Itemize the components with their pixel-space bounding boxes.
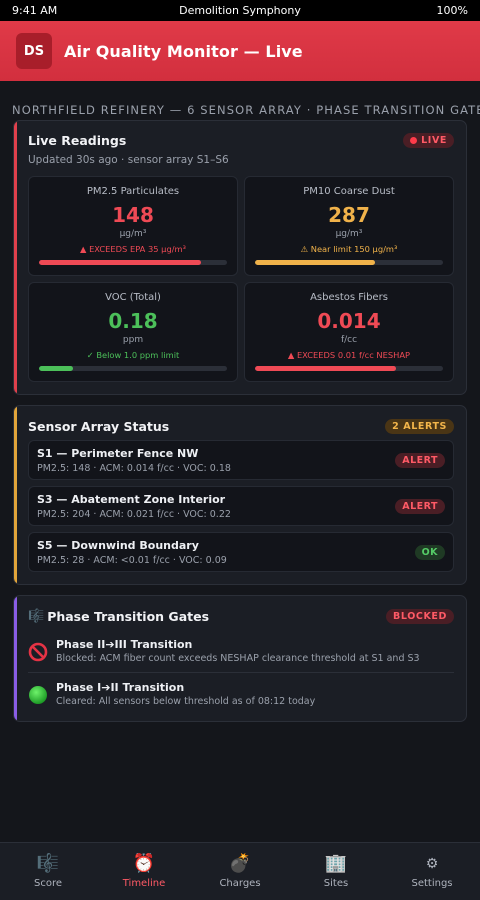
sensor-array-card: Sensor Array Status 2 ALERTS S1 — Perime… (13, 405, 467, 585)
phase-gates-heading: 🎼 Phase Transition Gates (28, 609, 209, 624)
app-header: DS Air Quality Monitor — Live (0, 21, 480, 81)
reading-pm25[interactable]: PM2.5 Particulates 148 µg/m³ ▲ EXCEEDS E… (28, 176, 238, 276)
reading-note: ✓ Below 1.0 ppm limit (86, 350, 180, 360)
alerts-badge: 2 ALERTS (385, 419, 454, 434)
status-badge: ALERT (395, 452, 445, 468)
reading-unit: f/cc (340, 335, 358, 345)
reading-note: ▲ EXCEEDS 0.01 f/cc NESHAP (287, 350, 411, 360)
reading-unit: µg/m³ (335, 229, 363, 239)
bomb-icon: 💣 (228, 853, 252, 874)
green-circle-icon (29, 686, 47, 704)
status-badge: OK (414, 544, 445, 560)
sensor-row-s5[interactable]: S5 — Downwind Boundary PM2.5: 28 · ACM: … (28, 532, 454, 572)
reading-label: PM10 Coarse Dust (303, 186, 395, 197)
reading-bar (255, 366, 443, 371)
sensor-name: S5 — Downwind Boundary (37, 538, 199, 552)
status-app-title: Demolition Symphony (179, 4, 301, 17)
phase-gates-title: Phase Transition Gates (47, 609, 210, 624)
tab-sites[interactable]: 🏢 Sites (288, 843, 384, 900)
music-score-icon: 🎼 (36, 853, 60, 874)
tab-charges[interactable]: 💣 Charges (192, 843, 288, 900)
gate-phase-1-2[interactable]: Phase I➔II Transition Cleared: All senso… (28, 672, 454, 715)
tab-label: Timeline (122, 878, 166, 889)
reading-pm10[interactable]: PM10 Coarse Dust 287 µg/m³ ⚠ Near limit … (244, 176, 454, 276)
gate-description: Cleared: All sensors below threshold as … (56, 696, 316, 707)
tab-score[interactable]: 🎼 Score (0, 843, 96, 900)
reading-asbestos[interactable]: Asbestos Fibers 0.014 f/cc ▲ EXCEEDS 0.0… (244, 282, 454, 382)
gate-description: Blocked: ACM fiber count exceeds NESHAP … (56, 653, 420, 664)
tab-label: Sites (323, 878, 349, 889)
reading-note: ⚠ Near limit 150 µg/m³ (300, 244, 398, 254)
sensor-row-s1[interactable]: S1 — Perimeter Fence NW PM2.5: 148 · ACM… (28, 440, 454, 480)
reading-value: 0.014 (317, 309, 381, 333)
status-battery: 100% (436, 4, 468, 17)
sensor-row-s3[interactable]: S3 — Abatement Zone Interior PM2.5: 204 … (28, 486, 454, 526)
tab-label: Score (33, 878, 62, 889)
reading-bar-fill (39, 260, 201, 265)
tab-label: Settings (411, 878, 453, 889)
live-dot-icon (410, 137, 418, 144)
sensor-metrics: PM2.5: 28 · ACM: <0.01 f/cc · VOC: 0.09 (37, 554, 227, 566)
site-label: NORTHFIELD REFINERY — 6 SENSOR ARRAY · P… (12, 103, 480, 117)
prohibited-icon (28, 642, 48, 662)
status-bar: 9:41 AM Demolition Symphony 100% (0, 0, 480, 21)
reading-bar-fill (39, 366, 73, 371)
reading-bar (39, 366, 227, 371)
app-logo[interactable]: DS (16, 33, 52, 69)
reading-bar (255, 260, 443, 265)
reading-label: PM2.5 Particulates (86, 186, 180, 197)
status-badge: ALERT (395, 498, 445, 514)
reading-label: Asbestos Fibers (310, 292, 388, 303)
live-readings-title: Live Readings (28, 133, 127, 148)
gate-title: Phase I➔II Transition (56, 681, 185, 694)
reading-bar-fill (255, 366, 396, 371)
sensor-name: S3 — Abatement Zone Interior (37, 492, 226, 506)
live-badge: LIVE (403, 133, 454, 148)
page-title: Air Quality Monitor — Live (64, 41, 303, 61)
reading-bar-fill (255, 260, 376, 265)
reading-bar (39, 260, 227, 265)
reading-voc[interactable]: VOC (Total) 0.18 ppm ✓ Below 1.0 ppm lim… (28, 282, 238, 382)
bottom-tab-bar: 🎼 Score ⏰ Timeline 💣 Charges 🏢 Sites ⚙ S… (0, 842, 480, 900)
reading-unit: µg/m³ (119, 229, 147, 239)
live-readings-card: Live Readings LIVE Updated 30s ago · sen… (13, 120, 467, 395)
gate-title: Phase II➔III Transition (56, 638, 193, 651)
blocked-badge: BLOCKED (386, 609, 454, 624)
gate-phase-2-3[interactable]: Phase II➔III Transition Blocked: ACM fib… (28, 630, 454, 672)
reading-value: 148 (112, 203, 154, 227)
tab-timeline[interactable]: ⏰ Timeline (96, 843, 192, 900)
phase-gates-card: 🎼 Phase Transition Gates BLOCKED Phase I… (13, 595, 467, 722)
reading-value: 0.18 (108, 309, 158, 333)
office-building-icon: 🏢 (324, 853, 348, 874)
reading-note: ▲ EXCEEDS EPA 35 µg/m³ (80, 244, 186, 254)
tab-label: Charges (219, 878, 261, 889)
status-time: 9:41 AM (12, 4, 58, 17)
music-score-icon: 🎼 (28, 609, 45, 624)
updated-text: Updated 30s ago · sensor array S1–S6 (28, 154, 229, 166)
sensor-array-title: Sensor Array Status (28, 419, 170, 434)
reading-unit: ppm (122, 335, 144, 345)
reading-value: 287 (328, 203, 370, 227)
reading-label: VOC (Total) (105, 292, 161, 303)
sensor-metrics: PM2.5: 204 · ACM: 0.021 f/cc · VOC: 0.22 (37, 508, 231, 520)
alarm-clock-icon: ⏰ (132, 853, 156, 874)
live-badge-label: LIVE (421, 135, 447, 146)
sensor-name: S1 — Perimeter Fence NW (37, 446, 199, 460)
gear-icon: ⚙ (425, 856, 439, 872)
sensor-metrics: PM2.5: 148 · ACM: 0.014 f/cc · VOC: 0.18 (37, 462, 231, 474)
tab-settings[interactable]: ⚙ Settings (384, 843, 480, 900)
